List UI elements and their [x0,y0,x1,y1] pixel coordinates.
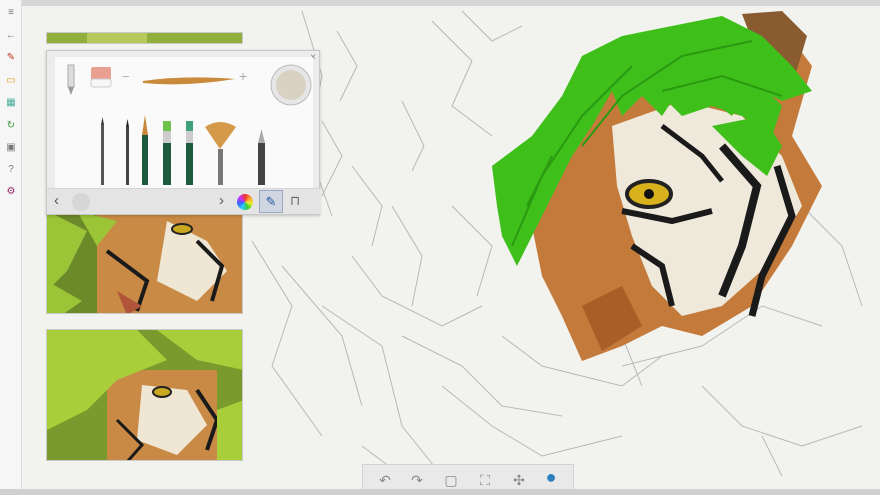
gallery-icon[interactable]: ▦ [4,95,18,109]
water-drop-button[interactable]: ● [541,467,561,487]
painting-canvas[interactable]: × − + ‹ › ✎ ⊓ [22,6,880,489]
reference-image-1[interactable] [46,32,243,44]
fan-brush-tool [205,122,236,185]
fit-to-screen-button[interactable]: ⛶ [475,471,495,489]
pencil-tool [67,64,75,95]
palette-prev-button[interactable]: ‹ [54,192,59,209]
angled-brush-tool [186,121,193,185]
folder-icon[interactable]: ▭ [4,73,18,87]
brush-icon[interactable]: ✎ [4,50,18,64]
refresh-icon[interactable]: ↻ [4,118,18,132]
bottom-bar [0,489,880,495]
fan-button[interactable]: ✣ [509,471,529,489]
tool-tray: − + [55,57,313,189]
help-icon[interactable]: ? [4,162,18,176]
easel-icon[interactable]: ⊓ [290,193,300,209]
round-brush-tool [142,115,148,185]
back-icon[interactable]: ← [4,28,18,42]
eraser-tool [90,67,112,88]
thin-pen-tool [101,117,104,185]
settings-icon[interactable]: ⚙ [4,184,18,198]
save-icon[interactable]: ▣ [4,140,18,154]
palette-next-button[interactable]: › [219,192,224,209]
flat-brush-tool [163,121,171,185]
undo-button[interactable]: ↶ [375,471,395,489]
brush-select-icon[interactable]: ✎ [259,190,283,213]
size-plus-button[interactable]: + [239,68,247,84]
palette-preset-icon[interactable] [72,193,90,211]
fine-brush-tool [126,119,129,185]
reference-image-3[interactable] [46,329,243,461]
palette-footer: ‹ › ✎ ⊓ [47,188,321,214]
tool-tray-art [67,64,312,185]
layers-button[interactable]: ▢ [441,471,461,489]
color-wheel-icon[interactable] [237,194,253,210]
size-minus-button[interactable]: − [122,69,130,84]
menu-icon[interactable]: ≡ [4,5,18,19]
left-toolbar: ≡ ← ✎ ▭ ▦ ↻ ▣ ? ⚙ [0,0,22,495]
redo-button[interactable]: ↷ [407,471,427,489]
brush-palette: × − + ‹ › ✎ ⊓ [46,50,321,215]
reference-image-2[interactable] [46,210,243,314]
graphite-pencil-tool [258,129,265,185]
